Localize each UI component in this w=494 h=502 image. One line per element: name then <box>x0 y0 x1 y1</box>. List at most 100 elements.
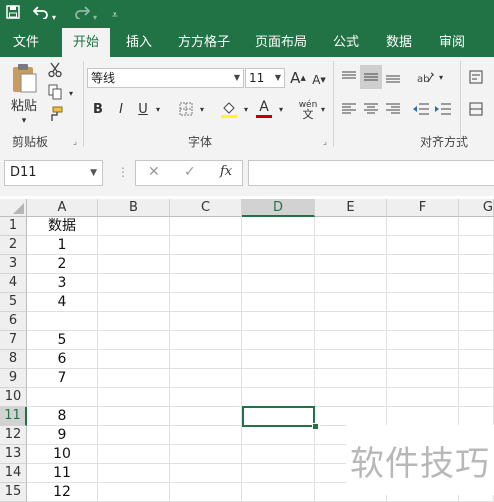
cell-a[interactable]: 12 <box>27 483 98 502</box>
tab-insert[interactable]: 插入 <box>116 28 162 57</box>
tab-page-layout[interactable]: 页面布局 <box>247 28 315 57</box>
cell[interactable] <box>315 369 387 388</box>
font-size-select[interactable]: 11 ▼ <box>245 68 285 88</box>
cell-a[interactable]: 4 <box>27 293 98 312</box>
cell-a[interactable]: 9 <box>27 426 98 445</box>
cell[interactable] <box>242 255 315 274</box>
row-header[interactable]: 9 <box>0 369 27 388</box>
row-header[interactable]: 3 <box>0 255 27 274</box>
orientation-icon[interactable]: ab <box>414 67 436 87</box>
cell-a[interactable] <box>27 388 98 407</box>
cell[interactable] <box>242 217 315 236</box>
cell[interactable] <box>459 274 494 293</box>
cell[interactable] <box>98 369 170 388</box>
cell[interactable] <box>242 236 315 255</box>
cell-a[interactable]: 2 <box>27 255 98 274</box>
align-left-icon[interactable] <box>340 99 358 119</box>
paste-icon[interactable] <box>8 61 40 95</box>
row-header[interactable]: 10 <box>0 388 27 407</box>
cell[interactable] <box>98 426 170 445</box>
cell-a[interactable]: 10 <box>27 445 98 464</box>
row-header[interactable]: 12 <box>0 426 27 445</box>
font-color-icon[interactable]: A <box>254 97 274 121</box>
cell[interactable] <box>98 445 170 464</box>
row-header[interactable]: 13 <box>0 445 27 464</box>
tab-formulas[interactable]: 公式 <box>324 28 368 57</box>
cell[interactable] <box>387 274 459 293</box>
phonetic-icon[interactable]: wén 文 <box>297 97 319 123</box>
wrap-text-icon[interactable] <box>466 67 486 87</box>
paste-dropdown-icon[interactable]: ▾ <box>16 115 32 127</box>
cell[interactable] <box>387 293 459 312</box>
cell[interactable] <box>170 274 242 293</box>
shrink-font-button[interactable]: A ▼ <box>311 69 327 91</box>
cell[interactable] <box>242 445 315 464</box>
row-header[interactable]: 8 <box>0 350 27 369</box>
cell[interactable] <box>315 236 387 255</box>
cell[interactable] <box>315 350 387 369</box>
cell[interactable] <box>170 464 242 483</box>
font-launcher-icon[interactable]: ⌟ <box>320 135 330 147</box>
cell[interactable] <box>387 369 459 388</box>
grow-font-button[interactable]: A ▲ <box>290 67 306 89</box>
cell[interactable] <box>242 312 315 331</box>
cell[interactable] <box>459 388 494 407</box>
cell[interactable] <box>98 483 170 502</box>
cell[interactable] <box>242 464 315 483</box>
cell[interactable] <box>459 331 494 350</box>
fill-dropdown-icon[interactable]: ▾ <box>241 103 251 115</box>
cell[interactable] <box>459 369 494 388</box>
selected-cell-d11[interactable] <box>242 406 315 427</box>
cell[interactable] <box>242 483 315 502</box>
cell[interactable] <box>459 255 494 274</box>
increase-indent-icon[interactable] <box>434 99 452 119</box>
decrease-indent-icon[interactable] <box>412 99 430 119</box>
cell[interactable] <box>315 388 387 407</box>
cell[interactable] <box>170 445 242 464</box>
cell[interactable] <box>242 369 315 388</box>
format-painter-icon[interactable] <box>46 105 64 123</box>
cell[interactable] <box>170 293 242 312</box>
column-header-f[interactable]: F <box>387 199 459 217</box>
cell[interactable] <box>387 388 459 407</box>
cell[interactable] <box>242 331 315 350</box>
cell[interactable] <box>170 483 242 502</box>
cell-a[interactable]: 数据 <box>27 217 98 236</box>
cell[interactable] <box>315 331 387 350</box>
cell[interactable] <box>170 331 242 350</box>
cell[interactable] <box>98 236 170 255</box>
row-header[interactable]: 6 <box>0 312 27 331</box>
cell-a[interactable]: 3 <box>27 274 98 293</box>
cell[interactable] <box>459 293 494 312</box>
column-header-b[interactable]: B <box>98 199 170 217</box>
cell[interactable] <box>170 217 242 236</box>
cell[interactable] <box>242 350 315 369</box>
cell[interactable] <box>170 236 242 255</box>
cell[interactable] <box>315 312 387 331</box>
cell[interactable] <box>170 255 242 274</box>
select-all-button[interactable] <box>0 199 27 217</box>
tab-data[interactable]: 数据 <box>377 28 421 57</box>
border-dropdown-icon[interactable]: ▾ <box>197 103 207 115</box>
fill-handle[interactable] <box>312 423 319 430</box>
cell[interactable] <box>315 293 387 312</box>
cell[interactable] <box>459 350 494 369</box>
cell[interactable] <box>459 312 494 331</box>
cell[interactable] <box>387 255 459 274</box>
cell[interactable] <box>387 312 459 331</box>
cell[interactable] <box>170 312 242 331</box>
paste-button[interactable]: 粘贴 <box>4 95 44 114</box>
cell[interactable] <box>315 274 387 293</box>
cell[interactable] <box>242 426 315 445</box>
cell[interactable] <box>170 388 242 407</box>
cell[interactable] <box>459 217 494 236</box>
align-right-icon[interactable] <box>384 99 402 119</box>
cell[interactable] <box>98 293 170 312</box>
cell[interactable] <box>170 369 242 388</box>
cell-a[interactable]: 5 <box>27 331 98 350</box>
cut-icon[interactable] <box>46 61 64 79</box>
cell-a[interactable]: 7 <box>27 369 98 388</box>
customize-icon[interactable]: ⩡ <box>112 6 118 26</box>
redo-dropdown-icon[interactable]: ▾ <box>93 8 97 28</box>
row-header[interactable]: 11 <box>0 407 27 426</box>
